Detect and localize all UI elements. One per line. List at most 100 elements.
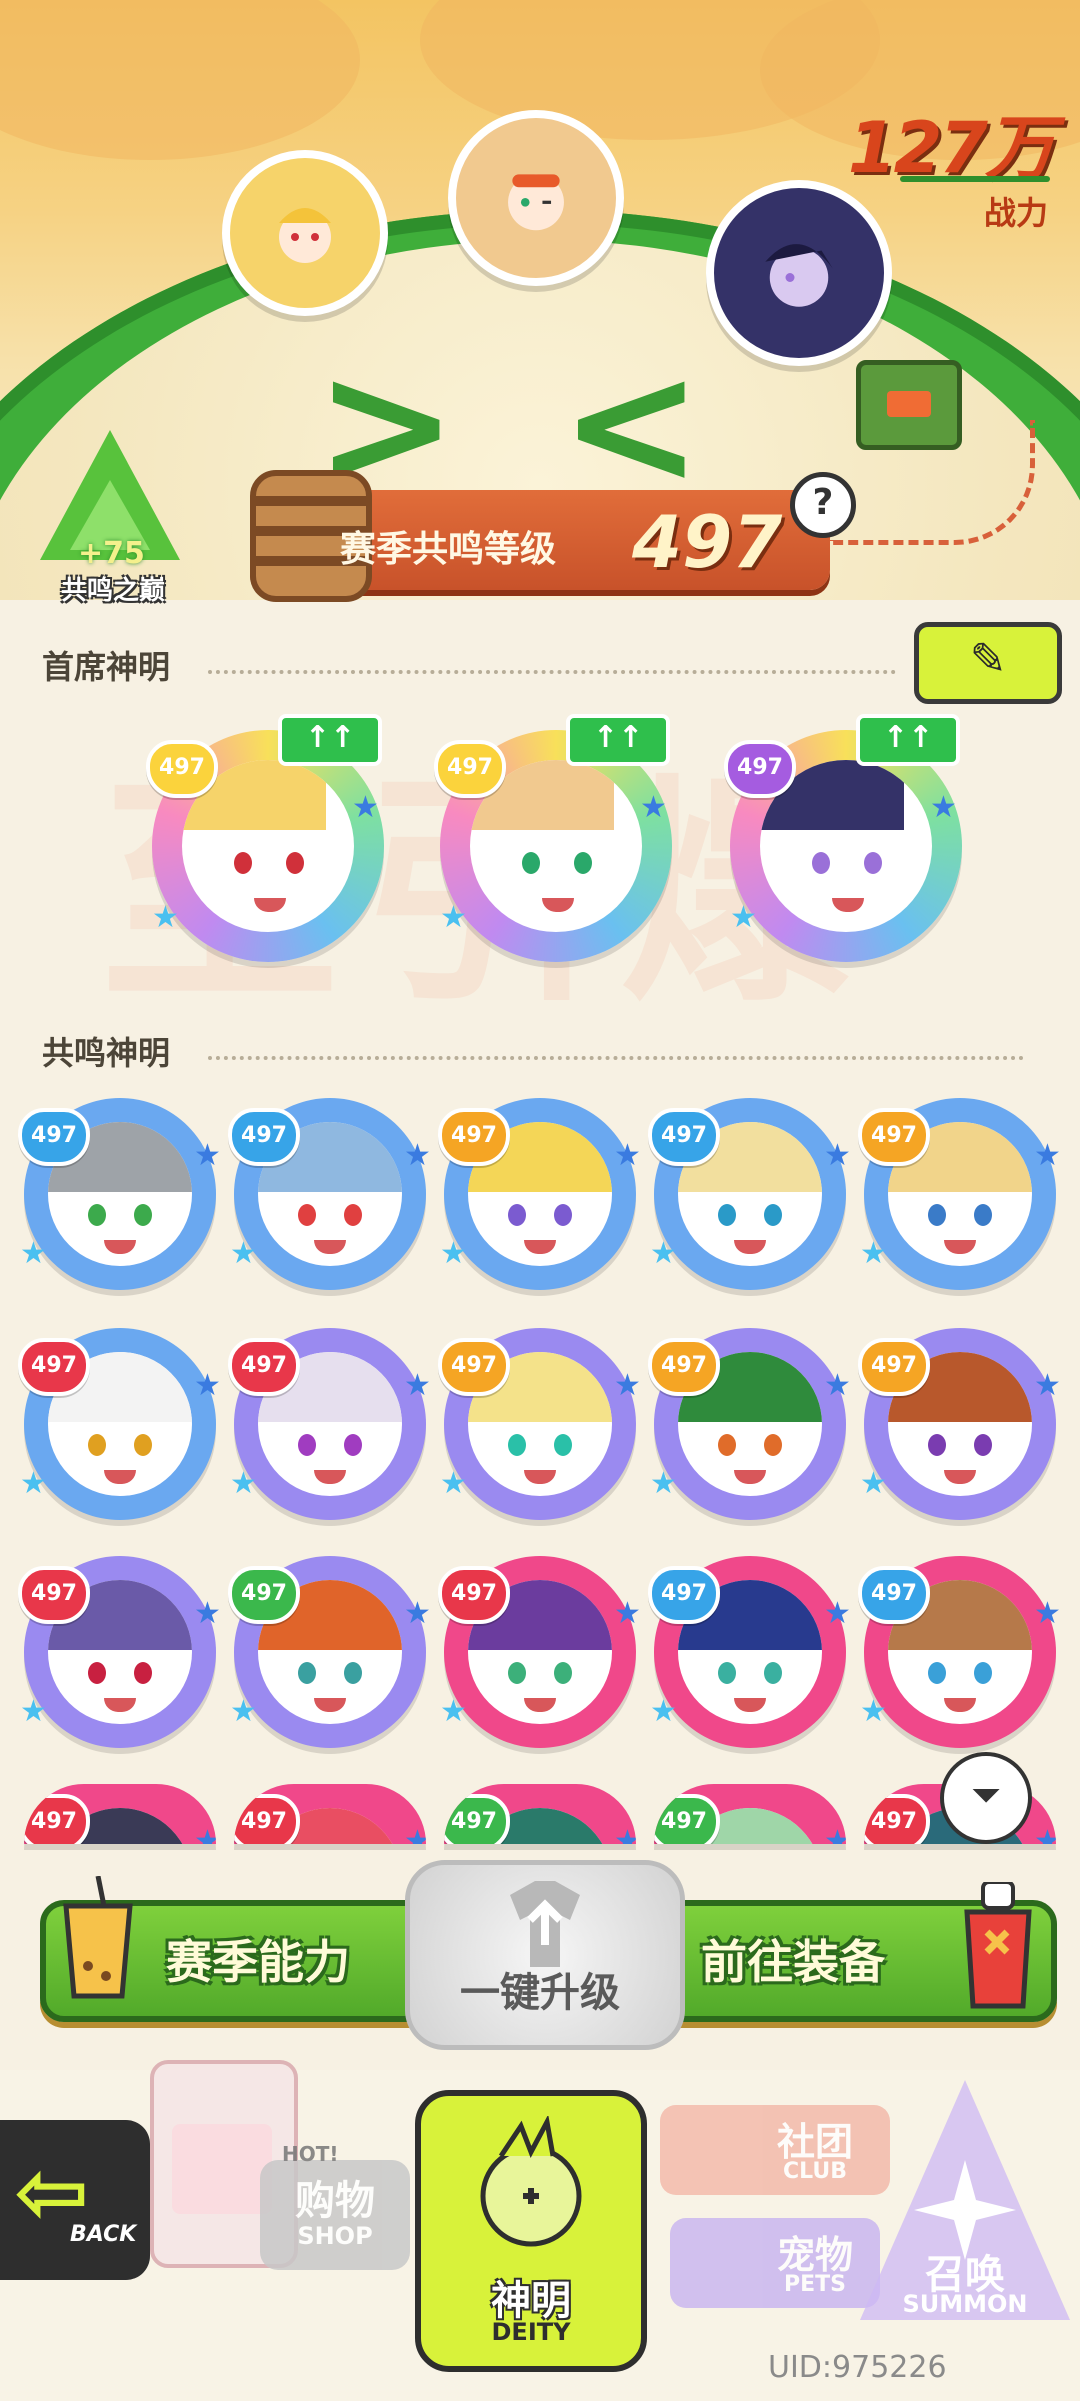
resonance-deity-card[interactable]: 497★★ [654, 1784, 846, 1844]
star-icon: ★ [230, 1236, 257, 1271]
deity-level-badge: 497 [648, 1108, 720, 1166]
hot-tag: HOT! [282, 2142, 339, 2166]
star-icon: ★ [194, 1368, 221, 1403]
hero-character-center[interactable] [448, 110, 624, 286]
nav-item-shop[interactable]: HOT! 购物 SHOP [260, 2142, 410, 2270]
star-icon: ★ [824, 1368, 851, 1403]
deity-level-badge: 497 [858, 1566, 930, 1624]
character-portrait-icon [508, 174, 564, 231]
resonance-deity-card[interactable]: 497★★ [438, 1098, 641, 1290]
hero-character-right[interactable] [706, 180, 892, 366]
resonance-deity-card[interactable]: 497★★ [228, 1556, 431, 1748]
deity-level-badge: 497 [438, 1566, 510, 1624]
section-divider [208, 670, 896, 674]
star-icon: ★ [824, 1824, 846, 1844]
path-arrow-shape: < [560, 326, 703, 524]
deity-level-badge: 497 [724, 740, 796, 798]
go-equipment-button[interactable]: 前往装备 [655, 1882, 1057, 2022]
resonance-deity-card[interactable]: 497★★ [648, 1556, 851, 1748]
resonance-deity-card[interactable]: 497 ★ ★ [18, 1098, 221, 1290]
star-icon: ★ [614, 1596, 641, 1631]
star-icon: ★ [824, 1138, 851, 1173]
chief-deity-card[interactable]: 497 ↑↑ ★ ★ [434, 714, 672, 962]
star-icon: ★ [614, 1368, 641, 1403]
chief-deity-card[interactable]: 497 ↑↑ ★ ★ [146, 714, 384, 962]
one-click-upgrade-label: 一键升级 [460, 1970, 620, 2016]
deity-level-badge: 497 [146, 740, 218, 798]
resonance-deity-card[interactable]: 497★★ [234, 1784, 426, 1844]
one-click-upgrade-button[interactable] [405, 1860, 685, 2050]
resonance-deity-card[interactable]: 497 ★ ★ [18, 1328, 221, 1520]
star-icon: ★ [1034, 1368, 1061, 1403]
star-icon: ★ [194, 1824, 216, 1844]
star-icon: ★ [404, 1596, 431, 1631]
resonance-deity-card[interactable]: 497★★ [858, 1328, 1061, 1520]
star-icon: ★ [230, 1466, 257, 1501]
resonance-peak-badge[interactable]: +75 共鸣之巅 [30, 430, 190, 610]
star-icon: ★ [650, 1466, 677, 1501]
resonance-deity-card[interactable]: 497★★ [858, 1556, 1061, 1748]
deity-level-badge: 497 [234, 1794, 300, 1844]
power-underline [900, 176, 1050, 182]
deity-label-en: DEITY [491, 2318, 571, 2346]
star-icon: ★ [440, 900, 467, 935]
go-equipment-label: 前往装备 [701, 1935, 885, 1989]
star-icon: ★ [20, 1694, 47, 1729]
section-divider [208, 1056, 1024, 1060]
summon-label-en: SUMMON [902, 2290, 1028, 2318]
deity-level-badge: 497 [228, 1108, 300, 1166]
deity-level-badge: 497 [228, 1338, 300, 1396]
star-icon: ★ [194, 1138, 221, 1173]
deity-level-badge: 497 [18, 1338, 90, 1396]
resonance-deity-card[interactable]: 497 ★ ★ [858, 1098, 1061, 1290]
help-icon[interactable]: ? [790, 472, 856, 538]
deity-level-badge: 497 [858, 1108, 930, 1166]
nav-item-summon[interactable]: 召唤 SUMMON [850, 2070, 1080, 2340]
star-icon: ★ [860, 1466, 887, 1501]
star-icon: ★ [20, 1466, 47, 1501]
resonance-deity-card[interactable]: 497 ★ ★ [648, 1098, 851, 1290]
resonance-deity-card[interactable]: 497★★ [438, 1328, 641, 1520]
star-icon: ★ [650, 1236, 677, 1271]
star-icon: ★ [404, 1824, 426, 1844]
star-icon: ★ [860, 1236, 887, 1271]
resonance-deity-card[interactable]: 497★★ [18, 1556, 221, 1748]
resonance-deity-card[interactable]: 497 ★ ★ [228, 1098, 431, 1290]
peak-label: 共鸣之巅 [60, 576, 165, 606]
deity-level-badge: 497 [438, 1338, 510, 1396]
resonance-deity-card[interactable]: 497★★ [24, 1784, 216, 1844]
deity-level-badge: 497 [444, 1794, 510, 1844]
star-icon: ★ [440, 1694, 467, 1729]
nav-item-pets[interactable]: 宠物 PETS [670, 2218, 880, 2308]
season-level-label: 赛季共鸣等级 [340, 529, 557, 570]
deity-level-badge: 497 [648, 1338, 720, 1396]
route-dashed-line [830, 420, 1035, 545]
equipment-bottle-icon [964, 1882, 1032, 2009]
chief-deities-title: 首席神明 [42, 648, 171, 686]
chief-deity-card[interactable]: 497 ↑↑ ★ ★ [724, 714, 962, 962]
nav-item-deity[interactable]: 神明 DEITY [415, 2090, 647, 2372]
season-ability-button[interactable]: 赛季能力 [40, 1876, 432, 2022]
resonance-deity-card[interactable]: 497★★ [444, 1784, 636, 1844]
deity-level-badge: 497 [434, 740, 506, 798]
star-icon: ★ [614, 1824, 636, 1844]
character-portrait-icon [765, 244, 833, 307]
resonance-deity-card[interactable]: 497 ★ ★ [438, 1556, 641, 1748]
hero-character-left[interactable] [222, 150, 388, 316]
resonance-deity-card[interactable]: 497 ★ ★ [648, 1328, 851, 1520]
star-icon: ★ [20, 1236, 47, 1271]
cloud-decoration [0, 0, 360, 160]
shop-label-en: SHOP [297, 2222, 373, 2250]
edit-pencil-icon[interactable]: ✎ [914, 622, 1062, 704]
star-icon: ★ [930, 790, 957, 825]
resonance-deity-card[interactable]: 497★★ [228, 1328, 431, 1520]
star-icon: ★ [824, 1596, 851, 1631]
power-label: 战力 [983, 194, 1048, 232]
star-icon: ★ [404, 1138, 431, 1173]
deity-mascot-icon [480, 2116, 582, 2247]
deity-level-badge: 497 [18, 1108, 90, 1166]
deity-level-badge: 497 [654, 1794, 720, 1844]
filter-icon[interactable]: ⏷ [940, 1752, 1032, 1844]
star-icon: ★ [230, 1694, 257, 1729]
star-icon: ★ [1034, 1138, 1061, 1173]
